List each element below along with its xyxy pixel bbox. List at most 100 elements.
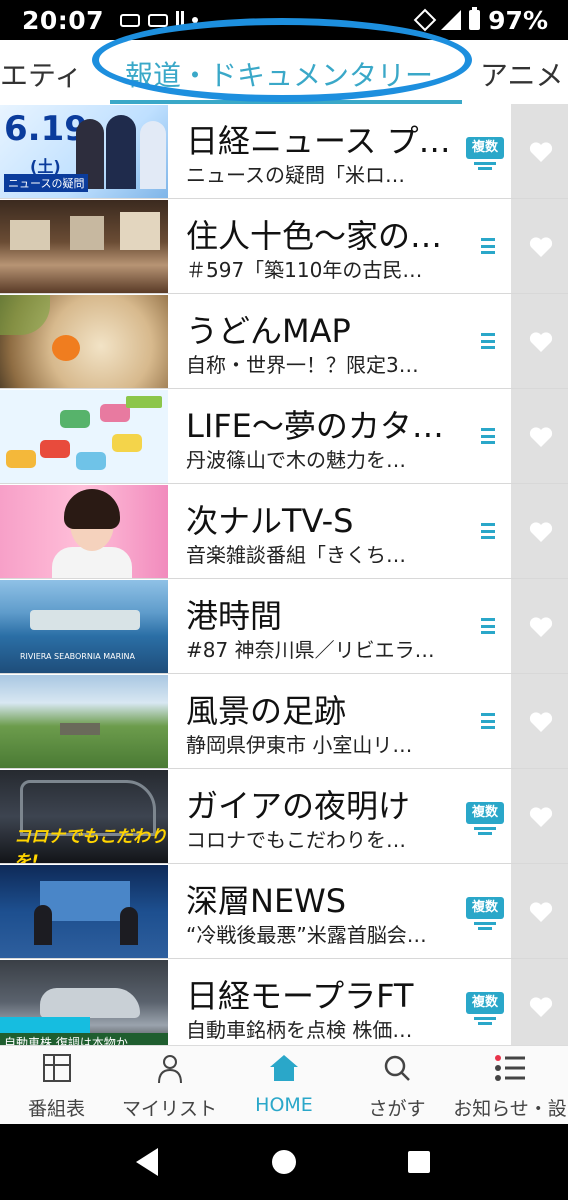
program-subtitle: ニュースの疑問「米ロ… — [186, 163, 405, 187]
program-row[interactable]: 風景の足跡 静岡県伊東市 小室山リ… — [0, 674, 568, 769]
heart-icon[interactable] — [529, 806, 553, 828]
program-title: 風景の足跡 — [186, 692, 347, 730]
program-subtitle: 音楽雑談番組「きくち… — [186, 543, 406, 567]
gamepad-icon — [120, 13, 141, 27]
home-icon — [270, 1055, 298, 1081]
multiple-badge: 複数 — [466, 992, 504, 1014]
menu-icon[interactable] — [481, 618, 495, 634]
favorite-column[interactable] — [511, 389, 568, 483]
program-title: ガイアの夜明け — [186, 787, 411, 825]
program-thumbnail — [0, 485, 168, 578]
program-row[interactable]: 自動車株 復調は本物か 日経モープラFT 自動車銘柄を点検 株価… 複数 — [0, 959, 568, 1045]
heart-icon[interactable] — [529, 236, 553, 258]
menu-icon[interactable] — [481, 238, 495, 254]
program-thumbnail: 6.19 (土) ニュースの疑問 — [0, 105, 168, 198]
data-saver-icon — [413, 8, 437, 32]
program-title: うどんMAP — [186, 312, 351, 350]
multiple-badge: 複数 — [466, 802, 504, 824]
nav-mylist[interactable]: マイリスト — [113, 1046, 226, 1125]
heart-icon[interactable] — [529, 901, 553, 923]
program-thumbnail — [0, 390, 168, 483]
grid-icon — [42, 1054, 71, 1082]
favorite-column[interactable] — [511, 579, 568, 673]
program-row[interactable]: LIFE〜夢のカタ… 丹波篠山で木の魅力を… — [0, 389, 568, 484]
menu-icon[interactable] — [481, 713, 495, 729]
program-subtitle: #87 神奈川県／リビエラ… — [186, 638, 435, 662]
tab-anime[interactable]: アニメ — [480, 54, 563, 94]
heart-icon[interactable] — [529, 141, 553, 163]
back-icon[interactable] — [136, 1148, 158, 1176]
nav-label: マイリスト — [121, 1098, 217, 1120]
system-navigation-bar — [0, 1124, 568, 1200]
nav-search[interactable]: さがす — [342, 1046, 452, 1125]
multiple-badge: 複数 — [466, 897, 504, 919]
program-row[interactable]: 6.19 (土) ニュースの疑問 日経ニュース プ… ニュースの疑問「米ロ… 複… — [0, 104, 568, 199]
heart-icon[interactable] — [529, 616, 553, 638]
program-thumbnail — [0, 675, 168, 768]
heart-icon[interactable] — [529, 331, 553, 353]
gamepad-icon — [148, 13, 169, 27]
nav-label: さがす — [368, 1098, 426, 1120]
heart-icon[interactable] — [529, 996, 553, 1018]
favorite-column[interactable] — [511, 959, 568, 1045]
program-row[interactable]: うどんMAP 自称・世界一！？限定3… — [0, 294, 568, 389]
menu-icon[interactable] — [481, 523, 495, 539]
nav-program-guide[interactable]: 番組表 — [0, 1046, 113, 1125]
recent-apps-icon[interactable] — [408, 1151, 430, 1173]
program-row[interactable]: 深層NEWS “冷戦後最悪”米露首脳会… 複数 — [0, 864, 568, 959]
person-icon — [157, 1055, 182, 1084]
category-tabs: エティ 報道・ドキュメンタリー アニメ — [0, 18, 568, 105]
thumb-caption: 自動車株 復調は本物か — [0, 1033, 168, 1045]
program-thumbnail: 自動車株 復調は本物か — [0, 960, 168, 1045]
nav-home[interactable]: HOME — [226, 1046, 342, 1125]
menu-icon[interactable] — [481, 428, 495, 444]
program-row[interactable]: RIVIERA SEABORNIA MARINA 港時間 #87 神奈川県／リビ… — [0, 579, 568, 674]
bottom-navigation: 番組表 マイリスト HOME さがす お知らせ・設 — [0, 1045, 568, 1125]
highlight-ring — [92, 18, 472, 102]
program-title: 深層NEWS — [186, 882, 347, 920]
program-title: 住人十色〜家の… — [186, 217, 443, 255]
battery-icon — [469, 7, 481, 30]
program-row[interactable]: 次ナルTV-S 音楽雑談番組「きくち… — [0, 484, 568, 579]
signal-icon — [441, 10, 462, 30]
favorite-column[interactable] — [511, 294, 568, 388]
status-time: 20:07 — [22, 5, 105, 35]
thumb-caption: コロナでもこだわりを! — [14, 827, 167, 863]
program-title: 日経モープラFT — [186, 977, 414, 1015]
favorite-column[interactable] — [511, 769, 568, 863]
program-subtitle: コロナでもこだわりを… — [186, 828, 406, 852]
list-icon — [495, 1055, 525, 1081]
program-list[interactable]: 6.19 (土) ニュースの疑問 日経ニュース プ… ニュースの疑問「米ロ… 複… — [0, 104, 568, 1045]
heart-icon[interactable] — [529, 426, 553, 448]
tab-variety[interactable]: エティ — [0, 54, 82, 94]
heart-icon[interactable] — [529, 521, 553, 543]
favorite-column[interactable] — [511, 864, 568, 958]
program-thumbnail — [0, 865, 168, 958]
nav-notifications-settings[interactable]: お知らせ・設 — [452, 1046, 568, 1125]
menu-icon[interactable] — [481, 333, 495, 349]
heart-icon[interactable] — [529, 711, 553, 733]
nav-label: 番組表 — [27, 1098, 85, 1120]
nav-label: HOME — [255, 1094, 313, 1116]
program-subtitle: ＃597「築110年の古民… — [186, 258, 423, 282]
nav-label: お知らせ・設 — [453, 1098, 567, 1120]
favorite-column[interactable] — [511, 674, 568, 768]
program-subtitle: 自動車銘柄を点検 株価… — [186, 1018, 413, 1042]
program-subtitle: “冷戦後最悪”米露首脳会… — [186, 923, 427, 947]
home-circle-icon[interactable] — [272, 1150, 296, 1174]
favorite-column[interactable] — [511, 104, 568, 198]
thumb-label: ニュースの疑問 — [4, 174, 89, 192]
program-title: 日経ニュース プ… — [186, 122, 451, 160]
program-subtitle: 丹波篠山で木の魅力を… — [186, 448, 406, 472]
program-row[interactable]: コロナでもこだわりを! ガイアの夜明け コロナでもこだわりを… 複数 — [0, 769, 568, 864]
favorite-column[interactable] — [511, 484, 568, 578]
program-row[interactable]: 住人十色〜家の… ＃597「築110年の古民… — [0, 199, 568, 294]
multiple-badge: 複数 — [466, 137, 504, 159]
thumb-caption: RIVIERA SEABORNIA MARINA — [20, 652, 135, 661]
program-thumbnail — [0, 200, 168, 293]
search-icon — [384, 1055, 410, 1081]
program-title: 次ナルTV-S — [186, 502, 354, 540]
program-thumbnail: コロナでもこだわりを! — [0, 770, 168, 863]
program-title: 港時間 — [186, 597, 283, 635]
favorite-column[interactable] — [511, 199, 568, 293]
